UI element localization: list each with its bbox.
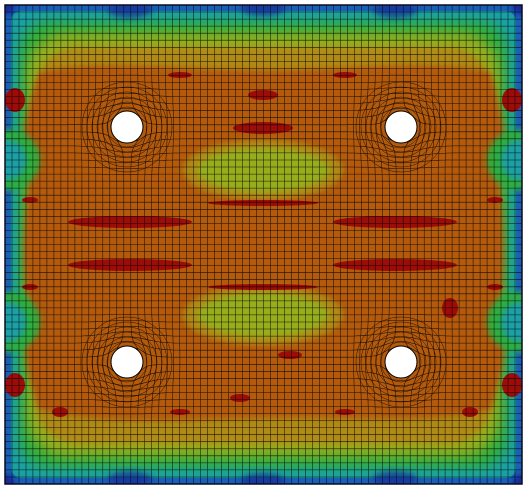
hotspot-red [335, 409, 355, 415]
hotspot-red [502, 88, 522, 112]
hotspot-red [68, 216, 192, 228]
center-yellowgreen [197, 148, 329, 192]
hole-4 [384, 345, 418, 379]
hotspot-red [248, 90, 278, 100]
edge-deep-blue [241, 473, 285, 484]
hotspot-red [502, 373, 522, 397]
hotspot-red [168, 72, 192, 78]
hotspot-red [208, 200, 318, 206]
hotspot-red [52, 407, 68, 417]
hotspot-red [230, 394, 250, 402]
hotspot-red [5, 373, 25, 397]
hotspot-red [5, 88, 25, 112]
hotspot-red [68, 259, 192, 271]
hole-3 [110, 345, 144, 379]
hole-1 [110, 110, 144, 144]
hotspot-red [462, 407, 478, 417]
hotspot-red [170, 409, 190, 415]
contour-plot-viewport [0, 0, 527, 489]
mesh-contour-plot [4, 4, 523, 485]
edge-deep-blue [241, 5, 285, 16]
hole-2 [384, 110, 418, 144]
hotspot-red [333, 72, 357, 78]
hotspot-red [233, 122, 293, 134]
